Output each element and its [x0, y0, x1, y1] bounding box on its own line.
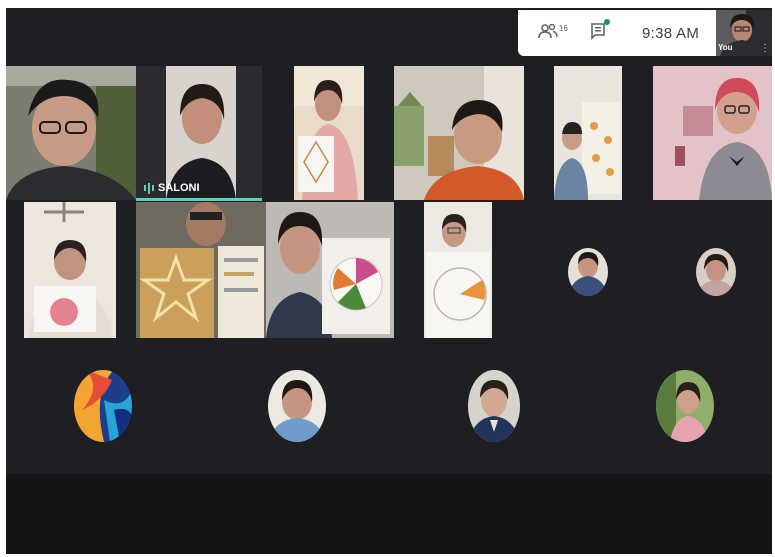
participant-video — [554, 66, 622, 200]
video-tile-9[interactable] — [266, 202, 394, 338]
participant-video — [653, 66, 772, 200]
video-tile-6[interactable] — [653, 66, 772, 200]
participant-video — [394, 66, 524, 200]
meeting-stage: SALONI 16 9:38 AM You ⋮ — [6, 8, 772, 554]
self-view-tile[interactable]: You ⋮ — [716, 10, 772, 56]
self-label: You — [718, 43, 733, 52]
video-tile-1[interactable] — [6, 66, 136, 200]
participant-avatar[interactable] — [696, 248, 736, 296]
chat-icon — [590, 18, 610, 45]
participant-video — [136, 202, 266, 338]
participant-video — [136, 66, 262, 200]
people-icon — [538, 23, 558, 44]
unread-dot — [604, 18, 610, 25]
participant-name-tag: SALONI — [144, 182, 200, 194]
participant-avatar[interactable] — [468, 370, 520, 442]
clock: 9:38 AM — [642, 24, 700, 42]
participant-name: SALONI — [158, 182, 200, 194]
participant-avatar[interactable] — [656, 370, 714, 442]
video-tile-10[interactable] — [424, 202, 492, 338]
video-tile-7[interactable] — [24, 202, 116, 338]
participant-video — [6, 66, 136, 200]
bottom-strip — [6, 474, 772, 554]
video-tile-8[interactable] — [136, 202, 266, 338]
video-tile-3[interactable] — [294, 66, 364, 200]
participants-button[interactable]: 16 — [538, 20, 568, 46]
video-tile-5[interactable] — [554, 66, 622, 200]
participant-video — [266, 202, 394, 338]
video-tile-4[interactable] — [394, 66, 524, 200]
participant-video — [24, 202, 116, 338]
active-speaker-indicator — [136, 198, 262, 201]
chat-button[interactable] — [590, 18, 618, 46]
participant-avatar[interactable] — [268, 370, 326, 442]
audio-level-icon — [144, 182, 154, 194]
participant-avatar[interactable] — [74, 370, 132, 442]
participant-count: 16 — [559, 23, 568, 33]
participant-avatar[interactable] — [568, 248, 608, 296]
more-options-icon[interactable]: ⋮ — [760, 44, 770, 54]
participant-video — [294, 66, 364, 200]
video-tile-saloni[interactable]: SALONI — [136, 66, 262, 200]
meeting-top-bar: 16 9:38 AM You ⋮ — [518, 10, 772, 56]
participant-video — [424, 202, 492, 338]
